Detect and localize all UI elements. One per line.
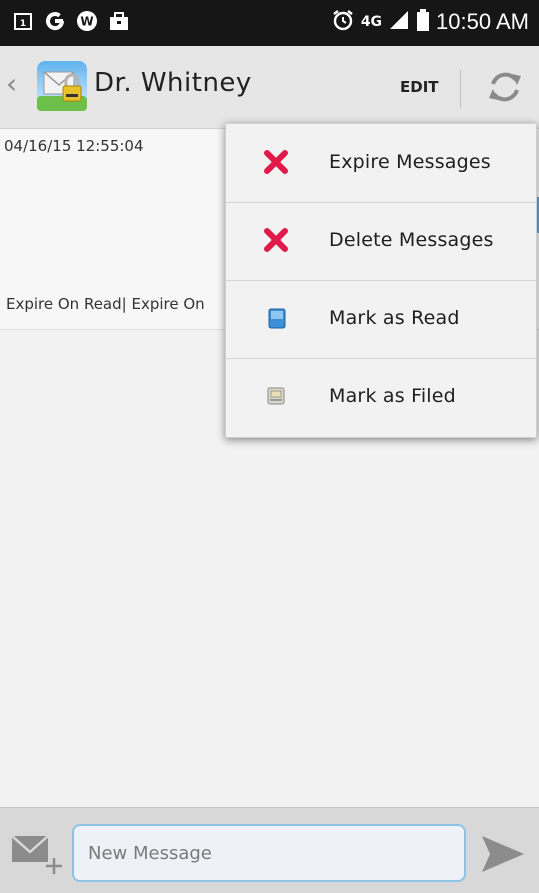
menu-item-mark-as-read[interactable]: Mark as Read <box>226 280 536 359</box>
edit-button[interactable]: EDIT <box>400 78 439 96</box>
book-blue-icon <box>262 304 290 332</box>
contact-name: Dr. Whitney <box>94 68 252 98</box>
menu-item-label: Delete Messages <box>329 229 494 251</box>
menu-item-delete-messages[interactable]: Delete Messages <box>226 202 536 281</box>
overflow-menu: Expire Messages Delete Messages Mark as … <box>225 123 537 438</box>
svg-text:1: 1 <box>20 19 26 29</box>
menu-item-label: Expire Messages <box>329 151 491 173</box>
red-x-icon <box>262 226 290 254</box>
compose-bar <box>0 807 539 893</box>
google-icon <box>44 9 66 33</box>
message-expiry-status: Expire On Read| Expire On <box>6 295 205 313</box>
message-timestamp: 04/16/15 12:55:04 <box>4 137 144 155</box>
menu-item-mark-as-filed[interactable]: Mark as Filed <box>226 358 536 436</box>
menu-item-label: Mark as Read <box>329 307 460 329</box>
inbox-file-icon <box>262 382 290 410</box>
wordpress-icon: W <box>76 9 98 33</box>
status-bar: 1 W 4G 10:50 AM <box>0 0 539 46</box>
briefcase-icon <box>108 9 130 33</box>
status-notifications: 1 W <box>12 9 130 33</box>
refresh-icon[interactable] <box>484 66 526 108</box>
network-4g-icon: 4G <box>360 14 383 30</box>
signal-icon <box>388 9 410 35</box>
app-screen: 1 W 4G 10:50 AM ‹ Dr. Whitney EDIT 04/16… <box>0 0 539 893</box>
red-x-icon <box>262 148 290 176</box>
alarm-icon <box>331 8 355 36</box>
action-bar-divider <box>460 70 461 108</box>
battery-icon <box>416 8 430 36</box>
new-message-input[interactable] <box>72 824 466 882</box>
send-icon[interactable] <box>480 832 526 876</box>
status-system: 4G 10:50 AM <box>331 8 529 36</box>
svg-text:W: W <box>80 15 93 29</box>
menu-item-label: Mark as Filed <box>329 385 456 407</box>
menu-item-expire-messages[interactable]: Expire Messages <box>226 124 536 203</box>
calendar-icon: 1 <box>12 9 34 33</box>
secure-mail-app-icon[interactable] <box>36 60 88 112</box>
back-chevron-icon[interactable]: ‹ <box>6 70 17 98</box>
action-bar: ‹ Dr. Whitney EDIT <box>0 46 539 129</box>
clock-time: 10:50 AM <box>436 9 529 34</box>
add-attachment-icon[interactable] <box>10 830 66 876</box>
